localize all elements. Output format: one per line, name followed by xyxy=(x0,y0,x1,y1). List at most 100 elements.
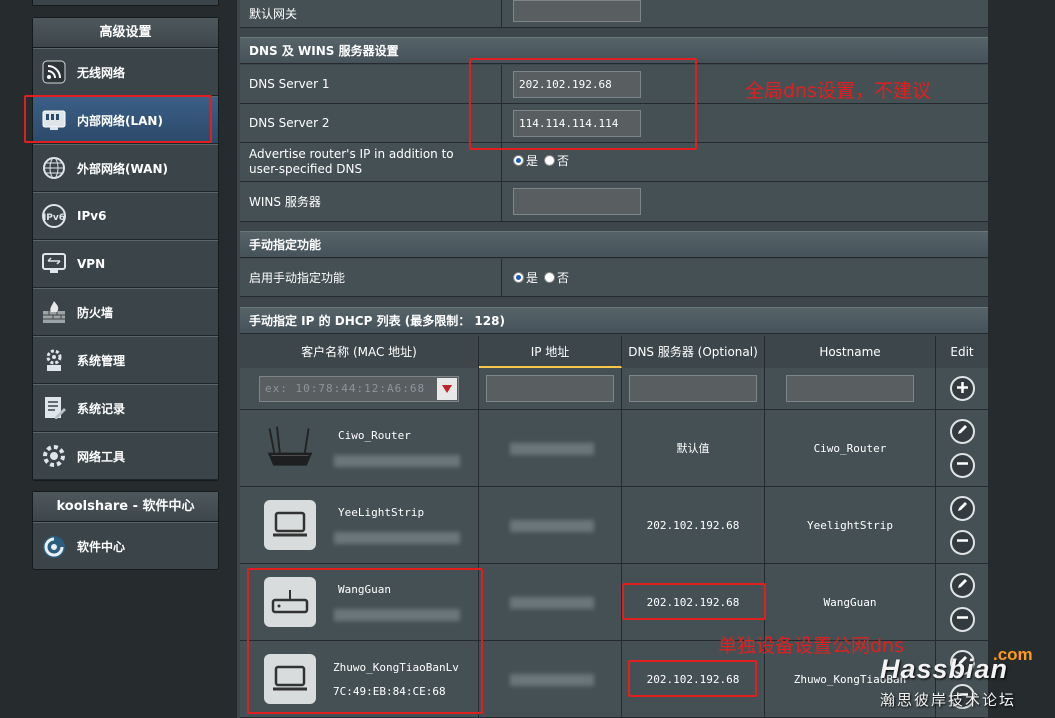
manual-yes-radio[interactable]: 是 xyxy=(513,269,538,286)
sidebar-item-label: 无线网络 xyxy=(77,65,126,80)
add-edit-cell xyxy=(936,368,988,410)
delete-button[interactable] xyxy=(949,452,975,478)
add-button[interactable] xyxy=(949,376,975,401)
global-dns-note: 全局dns设置，不建议 xyxy=(745,80,932,102)
dhcp-list-title: 手动指定 IP 的 DHCP 列表 (最多限制： 128) xyxy=(240,307,988,334)
delete-button[interactable] xyxy=(949,529,975,555)
header-edit: Edit xyxy=(936,336,988,368)
sidebar-item-label: 系统记录 xyxy=(77,401,126,416)
sidebar-item-label: VPN xyxy=(77,257,106,271)
watermark: .com Hassbian 瀚思彼岸技术论坛 xyxy=(878,645,1048,712)
edit-cell xyxy=(936,410,988,487)
client-name: Ciwo_Router xyxy=(338,429,411,442)
hostname-value: YeelightStrip xyxy=(806,518,894,532)
add-dns-cell xyxy=(622,368,765,410)
syslog-icon xyxy=(41,395,67,421)
radio-label: 是 xyxy=(526,271,539,285)
sidebar-item-syslog[interactable]: 系统记录 xyxy=(33,384,218,432)
watermark-brand: Hassbian xyxy=(880,654,1009,684)
dns-row4-highlight-box xyxy=(628,660,757,697)
radio-unselected-icon xyxy=(544,272,556,283)
per-device-note: 单独设备设置公网dns xyxy=(718,635,905,657)
gateway-input[interactable] xyxy=(513,0,641,22)
dns-cell: 默认值 xyxy=(622,410,765,487)
wins-input[interactable] xyxy=(513,188,641,215)
sidebar-item-software-center[interactable]: 软件中心 xyxy=(33,522,218,570)
edit-cell xyxy=(936,564,988,641)
add-ip-input[interactable] xyxy=(486,375,614,402)
radio-selected-icon xyxy=(513,155,524,166)
mac-select[interactable]: ex: 10:78:44:12:A6:68 xyxy=(259,375,459,402)
add-hostname-input[interactable] xyxy=(786,375,914,402)
edit-button[interactable] xyxy=(949,495,975,521)
chevron-down-icon[interactable] xyxy=(437,377,457,400)
sidebar-item-firewall[interactable]: 防火墙 xyxy=(33,288,218,336)
laptop-icon xyxy=(264,500,316,550)
sidebar-top-edge xyxy=(32,0,219,6)
radio-selected-icon xyxy=(513,272,524,283)
lan-highlight-box xyxy=(24,95,212,143)
minus-icon xyxy=(956,611,969,627)
masked-ip xyxy=(510,597,594,609)
header-hostname: Hostname xyxy=(765,336,936,368)
masked-ip xyxy=(510,674,594,686)
pencil-icon xyxy=(956,423,969,439)
edit-cell xyxy=(936,487,988,564)
hostname-cell: Ciwo_Router xyxy=(765,410,936,487)
dns1-label: DNS Server 1 xyxy=(240,65,502,103)
delete-button[interactable] xyxy=(949,606,975,632)
sidebar-item-label: 网络工具 xyxy=(77,449,126,464)
sidebar-item-label: 外部网络(WAN) xyxy=(77,161,168,176)
sidebar-item-label: 软件中心 xyxy=(77,540,126,554)
table-row: Ciwo_Router xyxy=(240,410,479,487)
sidebar-item-admin[interactable]: 系统管理 xyxy=(33,336,218,384)
advanced-settings-panel: 高级设置 无线网络 内部网络(LAN) 外部网络(WAN) IPv6 IPv6 xyxy=(32,17,219,481)
router-icon xyxy=(264,423,316,473)
header-dns: DNS 服务器 (Optional) xyxy=(622,336,765,368)
edit-button[interactable] xyxy=(949,418,975,444)
masked-mac xyxy=(334,532,460,544)
radio-label: 否 xyxy=(557,154,570,168)
dns-value: 202.102.192.68 xyxy=(646,518,740,532)
dns-row3-highlight-box xyxy=(622,583,766,620)
manual-enable-row: 启用手动指定功能 是 否 xyxy=(240,259,988,297)
hostname-value: Ciwo_Router xyxy=(813,441,887,455)
header-ip: IP 地址 xyxy=(479,336,622,368)
radio-unselected-icon xyxy=(544,155,556,166)
header-client-name: 客户名称 (MAC 地址) xyxy=(240,336,479,368)
gateway-label: 默认网关 xyxy=(240,0,502,27)
pencil-icon xyxy=(956,500,969,516)
add-ip-cell xyxy=(479,368,622,410)
dns-value: 默认值 xyxy=(676,442,710,455)
dns2-label: DNS Server 2 xyxy=(240,104,502,142)
advanced-settings-title: 高级设置 xyxy=(33,18,218,48)
manual-enable-label: 启用手动指定功能 xyxy=(240,259,502,296)
manual-no-radio[interactable]: 否 xyxy=(544,269,569,286)
mac-input-placeholder: ex: 10:78:44:12:A6:68 xyxy=(265,382,426,395)
sidebar-item-label: 系统管理 xyxy=(77,353,126,368)
svg-text:IPv6: IPv6 xyxy=(43,213,65,223)
advertise-no-radio[interactable]: 否 xyxy=(544,152,569,169)
koolshare-panel: koolshare - 软件中心 软件中心 xyxy=(32,491,219,570)
sidebar-item-ipv6[interactable]: IPv6 IPv6 xyxy=(33,192,218,240)
add-dns-input[interactable] xyxy=(629,375,757,402)
main-right-border xyxy=(988,0,989,718)
edit-button[interactable] xyxy=(949,572,975,598)
vpn-icon xyxy=(41,251,67,277)
devices-highlight-box xyxy=(247,568,483,714)
sidebar: 高级设置 无线网络 内部网络(LAN) 外部网络(WAN) IPv6 IPv6 xyxy=(0,0,226,718)
sidebar-item-label: 防火墙 xyxy=(77,305,114,320)
dns-highlight-box xyxy=(469,58,697,150)
sidebar-item-tools[interactable]: 网络工具 xyxy=(33,432,218,480)
gateway-row: 默认网关 xyxy=(240,0,988,28)
sidebar-item-vpn[interactable]: VPN xyxy=(33,240,218,288)
ipv6-icon: IPv6 xyxy=(41,203,67,229)
sidebar-item-wireless[interactable]: 无线网络 xyxy=(33,48,218,96)
minus-icon xyxy=(956,457,969,473)
add-mac-cell: ex: 10:78:44:12:A6:68 xyxy=(240,368,479,410)
sidebar-item-wan[interactable]: 外部网络(WAN) xyxy=(33,144,218,192)
admin-icon xyxy=(41,347,67,373)
advertise-yes-radio[interactable]: 是 xyxy=(513,152,538,169)
pencil-icon xyxy=(956,577,969,593)
hostname-cell: WangGuan xyxy=(765,564,936,641)
